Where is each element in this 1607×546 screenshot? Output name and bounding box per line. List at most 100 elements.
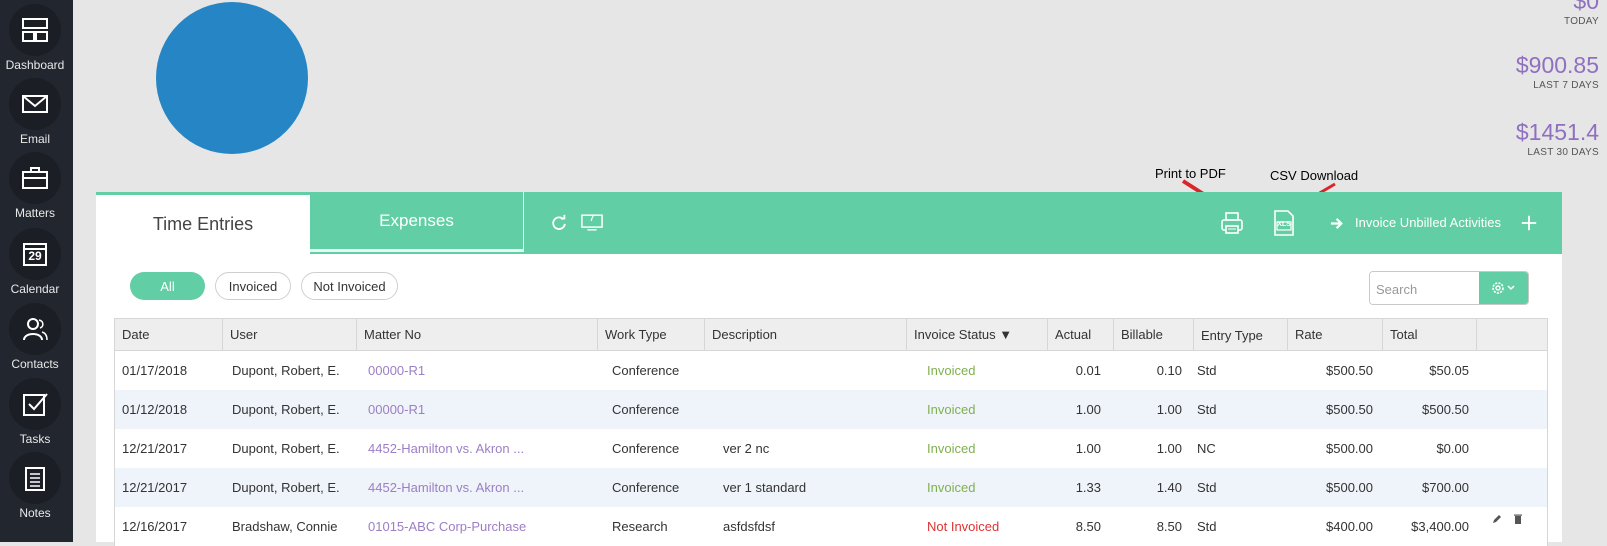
dashboard-icon: [9, 4, 61, 56]
sidebar-item-email[interactable]: Email: [0, 78, 70, 146]
cell-billable: 1.40: [1156, 480, 1182, 495]
sidebar-item-label: Notes: [19, 506, 51, 520]
col-invoice-status[interactable]: Invoice Status ▼: [907, 319, 1048, 350]
cell-total: $50.05: [1429, 363, 1469, 378]
cell-invoice-status: Invoiced: [927, 402, 976, 417]
tasks-icon: [9, 378, 61, 430]
cell-matter-link[interactable]: 00000-R1: [368, 351, 425, 390]
calendar-day: 29: [28, 249, 42, 263]
col-total[interactable]: Total: [1383, 319, 1477, 350]
cell-user: Dupont, Robert, E.: [232, 363, 340, 378]
cell-matter-link[interactable]: 4452-Hamilton vs. Akron ...: [368, 429, 524, 468]
cell-matter-link[interactable]: 00000-R1: [368, 390, 425, 429]
cell-entry-type: NC: [1197, 441, 1216, 456]
cell-invoice-status: Invoiced: [927, 480, 976, 495]
tab-expenses[interactable]: Expenses: [310, 192, 524, 252]
delete-icon[interactable]: [1512, 501, 1524, 540]
notes-icon: [9, 452, 61, 504]
cell-date: 12/21/2017: [122, 441, 188, 456]
contacts-icon: [9, 303, 61, 355]
sidebar-item-contacts[interactable]: Contacts: [0, 303, 70, 371]
stat-last30: $1451.4 LAST 30 DAYS: [1516, 119, 1599, 158]
col-user[interactable]: User: [223, 319, 357, 350]
col-date[interactable]: Date: [115, 319, 223, 350]
table-row[interactable]: 01/17/2018 Dupont, Robert, E. 00000-R1 C…: [115, 351, 1547, 390]
billing-donut-chart: [156, 2, 308, 154]
tab-time-entries[interactable]: Time Entries: [96, 195, 310, 254]
cell-actual: 1.00: [1075, 441, 1101, 456]
cell-user: Dupont, Robert, E.: [232, 480, 340, 495]
invoice-unbilled-button[interactable]: Invoice Unbilled Activities: [1355, 215, 1501, 230]
calendar-icon: 29: [9, 228, 61, 280]
time-entries-panel: Time Entries Expenses 7 XLS Invoice Unbi…: [96, 192, 1562, 546]
col-billable[interactable]: Billable: [1114, 319, 1194, 350]
calendar-view-day: 7: [589, 213, 595, 223]
xls-download-icon[interactable]: XLS: [1269, 208, 1299, 238]
cell-rate: $500.00: [1326, 480, 1373, 495]
cell-work-type: Conference: [612, 441, 680, 456]
col-actual[interactable]: Actual: [1048, 319, 1114, 350]
table-row[interactable]: 12/21/2017 Dupont, Robert, E. 4452-Hamil…: [115, 429, 1547, 468]
table-row[interactable]: 12/16/2017 Bradshaw, Connie 01015-ABC Co…: [115, 507, 1547, 546]
cell-date: 12/16/2017: [122, 519, 188, 534]
cell-invoice-status: Invoiced: [927, 363, 976, 378]
print-icon[interactable]: [1218, 209, 1246, 237]
sidebar-item-dashboard[interactable]: Dashboard: [0, 4, 70, 72]
col-matter-no[interactable]: Matter No: [357, 319, 598, 350]
briefcase-icon: [9, 152, 61, 204]
cell-rate: $500.50: [1326, 363, 1373, 378]
sidebar-item-label: Contacts: [11, 357, 59, 371]
cell-actual: 1.33: [1075, 480, 1101, 495]
col-rate[interactable]: Rate: [1288, 319, 1383, 350]
cell-work-type: Research: [612, 519, 668, 534]
sidebar-item-calendar[interactable]: 29 Calendar: [0, 228, 70, 296]
col-description[interactable]: Description: [705, 319, 907, 350]
cell-total: $3,400.00: [1411, 519, 1469, 534]
refresh-icon[interactable]: [548, 212, 570, 234]
sidebar-item-label: Email: [19, 132, 50, 146]
filter-all[interactable]: All: [130, 272, 205, 300]
sidebar: Dashboard Email Matters 29 Calendar Cont…: [0, 0, 73, 542]
table-header: Date User Matter No Work Type Descriptio…: [115, 319, 1547, 351]
filter-invoiced[interactable]: Invoiced: [215, 272, 291, 300]
cell-billable: 1.00: [1156, 441, 1182, 456]
cell-entry-type: Std: [1197, 363, 1217, 378]
cell-matter-link[interactable]: 4452-Hamilton vs. Akron ...: [368, 468, 524, 507]
cell-rate: $500.50: [1326, 402, 1373, 417]
search-box: [1369, 271, 1529, 305]
search-input[interactable]: [1370, 272, 1486, 304]
cell-work-type: Conference: [612, 402, 680, 417]
cell-entry-type: Std: [1197, 402, 1217, 417]
stat-today-value: $0: [1573, 0, 1599, 14]
plus-icon[interactable]: [1518, 212, 1540, 234]
arrow-right-icon[interactable]: [1328, 214, 1346, 232]
sidebar-item-tasks[interactable]: Tasks: [0, 378, 70, 446]
col-work-type[interactable]: Work Type: [598, 319, 705, 350]
cell-user: Dupont, Robert, E.: [232, 441, 340, 456]
cell-total: $700.00: [1422, 480, 1469, 495]
stat-last30-value: $1451.4: [1515, 119, 1599, 145]
col-entry-type[interactable]: Entry Type: [1194, 319, 1288, 350]
cell-billable: 0.10: [1156, 363, 1182, 378]
table-row[interactable]: 12/21/2017 Dupont, Robert, E. 4452-Hamil…: [115, 468, 1547, 507]
settings-dropdown-button[interactable]: [1479, 272, 1528, 304]
filter-not-invoiced[interactable]: Not Invoiced: [301, 272, 398, 300]
cell-billable: 1.00: [1156, 402, 1182, 417]
edit-icon[interactable]: [1491, 501, 1503, 540]
table-row[interactable]: 01/12/2018 Dupont, Robert, E. 00000-R1 C…: [115, 390, 1547, 429]
cell-date: 12/21/2017: [122, 480, 188, 495]
sidebar-item-notes[interactable]: Notes: [0, 452, 70, 520]
stat-last7: $900.85 LAST 7 DAYS: [1516, 52, 1599, 91]
stat-last30-label: LAST 30 DAYS: [1527, 147, 1599, 158]
cell-description: ver 1 standard: [723, 480, 807, 495]
cell-invoice-status: Not Invoiced: [927, 519, 1000, 534]
cell-billable: 8.50: [1156, 519, 1182, 534]
sidebar-item-matters[interactable]: Matters: [0, 152, 70, 220]
cell-date: 01/17/2018: [122, 363, 188, 378]
cell-matter-link[interactable]: 01015-ABC Corp-Purchase: [368, 507, 526, 546]
stat-last7-label: LAST 7 DAYS: [1533, 80, 1599, 91]
cell-rate: $400.00: [1326, 519, 1373, 534]
calendar-view-icon[interactable]: 7: [580, 211, 604, 233]
sidebar-item-label: Calendar: [10, 282, 60, 296]
stat-today-label: TODAY: [1563, 16, 1599, 27]
